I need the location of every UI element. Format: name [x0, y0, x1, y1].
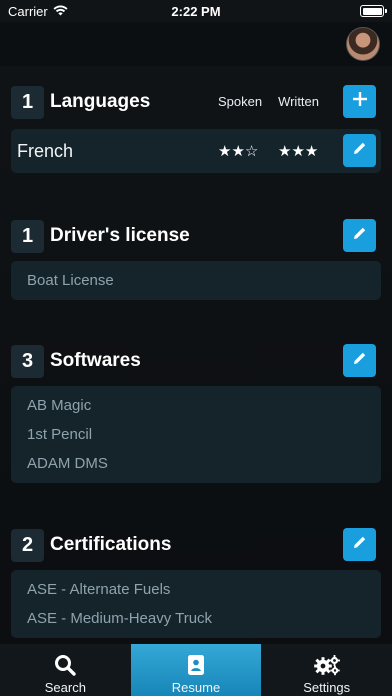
languages-header: 1 Languages Spoken Written — [11, 85, 381, 119]
drivers-license-title: Driver's license — [50, 225, 190, 246]
languages-count: 1 — [11, 85, 44, 119]
drivers-license-section: 1 Driver's license Boat License — [11, 219, 381, 300]
gears-icon — [313, 654, 341, 676]
languages-title: Languages — [50, 91, 151, 112]
softwares-title: Softwares — [50, 350, 141, 371]
softwares-count: 3 — [11, 344, 44, 378]
drivers-license-list: Boat License — [11, 261, 381, 300]
search-icon — [54, 654, 77, 676]
status-bar: Carrier 2:22 PM — [0, 0, 392, 22]
battery-icon — [360, 5, 387, 17]
edit-certifications-button[interactable] — [343, 528, 376, 561]
softwares-list: AB Magic 1st Pencil ADAM DMS — [11, 386, 381, 483]
tab-search-label: Search — [44, 680, 86, 695]
softwares-section: 3 Softwares AB Magic 1st Pencil ADAM DMS — [11, 344, 381, 483]
status-time: 2:22 PM — [171, 3, 221, 19]
written-rating-stars: ★★★ — [278, 143, 319, 160]
certifications-section: 2 Certifications ASE - Alternate Fuels A… — [11, 528, 381, 638]
edit-softwares-button[interactable] — [343, 344, 376, 377]
tab-settings[interactable]: Settings — [261, 644, 392, 696]
pencil-icon — [353, 351, 367, 370]
drivers-license-header: 1 Driver's license — [11, 219, 381, 253]
certifications-header: 2 Certifications — [11, 528, 381, 562]
pencil-icon — [353, 226, 367, 245]
plus-icon — [352, 91, 368, 112]
drivers-license-count: 1 — [11, 219, 44, 253]
top-bar — [0, 22, 392, 66]
tab-search[interactable]: Search — [0, 644, 131, 696]
tab-resume-label: Resume — [171, 680, 221, 695]
list-item: ASE - Alternate Fuels — [27, 581, 171, 598]
language-column-labels: Spoken Written — [218, 94, 319, 109]
certifications-count: 2 — [11, 528, 44, 562]
certifications-title: Certifications — [50, 534, 172, 555]
tab-settings-label: Settings — [303, 680, 351, 695]
list-item: AB Magic — [27, 397, 92, 414]
tab-bar: Search Resume Settings — [0, 644, 392, 696]
add-language-button[interactable] — [343, 85, 376, 118]
edit-drivers-license-button[interactable] — [343, 219, 376, 252]
edit-language-button[interactable] — [343, 134, 376, 167]
list-item: Boat License — [27, 272, 114, 289]
pencil-icon — [353, 141, 367, 160]
list-item: ADAM DMS — [27, 455, 108, 472]
language-row: French ★★☆ ★★★ — [11, 129, 381, 173]
list-item: 1st Pencil — [27, 426, 93, 443]
avatar[interactable] — [346, 27, 380, 61]
spoken-rating-stars: ★★☆ — [218, 143, 259, 160]
list-item: ASE - Medium-Heavy Truck — [27, 610, 213, 627]
written-column-label: Written — [278, 94, 319, 109]
softwares-header: 3 Softwares — [11, 344, 381, 378]
pencil-icon — [353, 535, 367, 554]
certifications-list: ASE - Alternate Fuels ASE - Medium-Heavy… — [11, 570, 381, 638]
languages-section: 1 Languages Spoken Written French ★★☆ ★★… — [11, 85, 381, 173]
tab-resume[interactable]: Resume — [130, 644, 262, 696]
resume-icon — [187, 654, 205, 676]
language-name: French — [17, 140, 74, 161]
spoken-column-label: Spoken — [217, 94, 263, 109]
